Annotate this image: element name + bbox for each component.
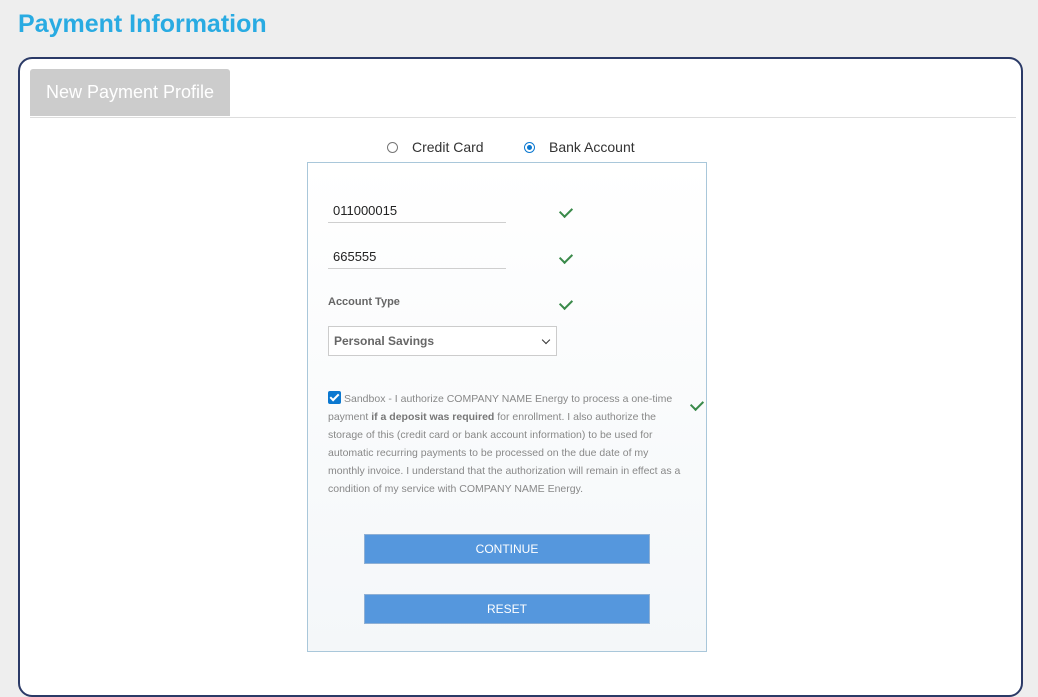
radio-bank-account-control[interactable] xyxy=(524,141,535,153)
radio-bank-account-label: Bank Account xyxy=(549,139,635,155)
account-type-select[interactable]: Personal Savings xyxy=(328,326,557,356)
tab-new-payment-profile[interactable]: New Payment Profile xyxy=(30,69,230,116)
continue-button[interactable]: CONTINUE xyxy=(364,534,650,564)
reset-button[interactable]: RESET xyxy=(364,594,650,624)
account-number-input[interactable] xyxy=(328,245,506,269)
payment-card: New Payment Profile Credit Card Bank Acc… xyxy=(18,57,1023,697)
consent-text-bold: if a deposit was required xyxy=(371,411,495,423)
radio-bank-account[interactable]: Bank Account xyxy=(524,139,635,155)
routing-number-input[interactable] xyxy=(328,199,506,223)
radio-credit-card-label: Credit Card xyxy=(412,139,484,155)
page-title: Payment Information xyxy=(18,10,267,38)
consent-text-part2: for enrollment. I also authorize the sto… xyxy=(328,411,681,495)
payment-method-selector: Credit Card Bank Account xyxy=(20,139,1021,159)
chevron-down-icon xyxy=(541,335,551,345)
checkbox-checked-icon[interactable] xyxy=(328,391,341,404)
account-type-label: Account Type xyxy=(328,296,400,308)
radio-credit-card-control[interactable] xyxy=(387,141,398,153)
valid-check-icon xyxy=(558,295,574,311)
account-type-value: Personal Savings xyxy=(334,334,435,348)
radio-credit-card[interactable]: Credit Card xyxy=(387,139,484,155)
valid-check-icon xyxy=(558,249,574,265)
valid-check-icon xyxy=(558,203,574,219)
tab-bar: New Payment Profile xyxy=(30,69,1016,118)
bank-account-form: Account Type Personal Savings Sandbox - … xyxy=(307,162,707,652)
valid-check-icon xyxy=(689,396,705,412)
authorization-consent: Sandbox - I authorize COMPANY NAME Energ… xyxy=(328,390,688,498)
